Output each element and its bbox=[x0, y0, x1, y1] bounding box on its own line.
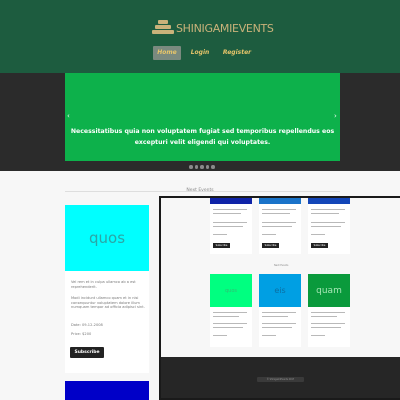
logo-mark-icon bbox=[152, 19, 174, 37]
inset-text-line bbox=[213, 316, 239, 317]
inset-event-card-image bbox=[210, 198, 252, 204]
inset-event-card-image bbox=[259, 198, 301, 204]
inset-text-line bbox=[311, 209, 345, 210]
slider-dots bbox=[189, 165, 215, 169]
slider-next-icon[interactable]: › bbox=[334, 112, 337, 120]
site-logo[interactable]: SHINIGAMIEVENTS bbox=[152, 18, 274, 38]
inset-text-line bbox=[213, 209, 247, 210]
subscribe-button[interactable]: Subscribe bbox=[70, 347, 104, 358]
inset-text-line bbox=[262, 327, 292, 328]
nav-register[interactable]: Register bbox=[222, 46, 252, 60]
inset-section-title: Next Events bbox=[274, 264, 289, 267]
inset-text-line bbox=[311, 335, 325, 336]
inset-text-line bbox=[262, 213, 290, 214]
inset-text-line bbox=[213, 222, 247, 223]
slider-dot[interactable] bbox=[205, 165, 209, 169]
inset-footer-text: © ShinigamiEvents 2017 bbox=[257, 377, 304, 382]
section-title: Next Events bbox=[186, 188, 214, 193]
inset-text-line bbox=[262, 323, 296, 324]
event-card-description: Modi incidunt ullamco quam et in nisi co… bbox=[71, 296, 145, 310]
inset-text-line bbox=[213, 323, 247, 324]
inset-text-line bbox=[311, 316, 337, 317]
event-card-image bbox=[65, 381, 149, 400]
nav-home[interactable]: Home bbox=[153, 46, 181, 60]
inset-text-line bbox=[311, 323, 345, 324]
slider-dot[interactable] bbox=[194, 165, 198, 169]
inset-subscribe-button[interactable]: Subscribe bbox=[311, 243, 328, 248]
inset-card-word: quam bbox=[316, 285, 342, 296]
inset-subscribe-button[interactable]: Subscribe bbox=[213, 243, 230, 248]
inset-subscribe-button[interactable]: Subscribe bbox=[262, 243, 279, 248]
logo-text: SHINIGAMIEVENTS bbox=[176, 21, 274, 35]
inset-text-line bbox=[213, 226, 243, 227]
slider-dot[interactable] bbox=[189, 165, 193, 169]
event-card-price: Price: $200 bbox=[71, 332, 92, 336]
inset-text-line bbox=[311, 213, 339, 214]
inset-text-line bbox=[262, 234, 276, 235]
event-card-date: Date: 09-12-2008 bbox=[71, 323, 103, 327]
inset-text-line bbox=[213, 234, 227, 235]
slider-prev-icon[interactable]: ‹ bbox=[67, 112, 70, 120]
inset-text-line bbox=[213, 213, 241, 214]
inset-card-word: quos bbox=[224, 287, 237, 294]
event-card-image: quos bbox=[65, 205, 149, 271]
inset-text-line bbox=[213, 327, 243, 328]
inset-text-line bbox=[213, 312, 247, 313]
inset-text-line bbox=[311, 234, 325, 235]
inset-text-line bbox=[262, 335, 276, 336]
nav-login[interactable]: Login bbox=[188, 46, 212, 60]
event-card-image-word: quos bbox=[88, 229, 126, 247]
inset-text-line bbox=[311, 226, 341, 227]
inset-text-line bbox=[262, 222, 296, 223]
inset-event-card-image: eis bbox=[259, 274, 301, 307]
slider-dot[interactable] bbox=[200, 165, 204, 169]
inset-text-line bbox=[311, 222, 345, 223]
inset-text-line bbox=[262, 209, 296, 210]
inset-text-line bbox=[311, 327, 341, 328]
main-nav: Home Login Register bbox=[0, 46, 400, 60]
inset-text-line bbox=[262, 226, 292, 227]
inset-card-word: eis bbox=[274, 286, 286, 295]
event-card-summary: Vel rem et in culpa ullamco ab a est rep… bbox=[71, 280, 136, 289]
inset-text-line bbox=[262, 316, 288, 317]
hero-slide-text: Necessitatibus quia non voluptatem fugia… bbox=[70, 128, 335, 146]
inset-text-line bbox=[213, 335, 227, 336]
inset-text-line bbox=[311, 312, 345, 313]
inset-event-card-image: quos bbox=[210, 274, 252, 307]
inset-text-line bbox=[262, 312, 296, 313]
inset-event-card-image: quam bbox=[308, 274, 350, 307]
slider-dot[interactable] bbox=[211, 165, 215, 169]
inset-event-card-image bbox=[308, 198, 350, 204]
